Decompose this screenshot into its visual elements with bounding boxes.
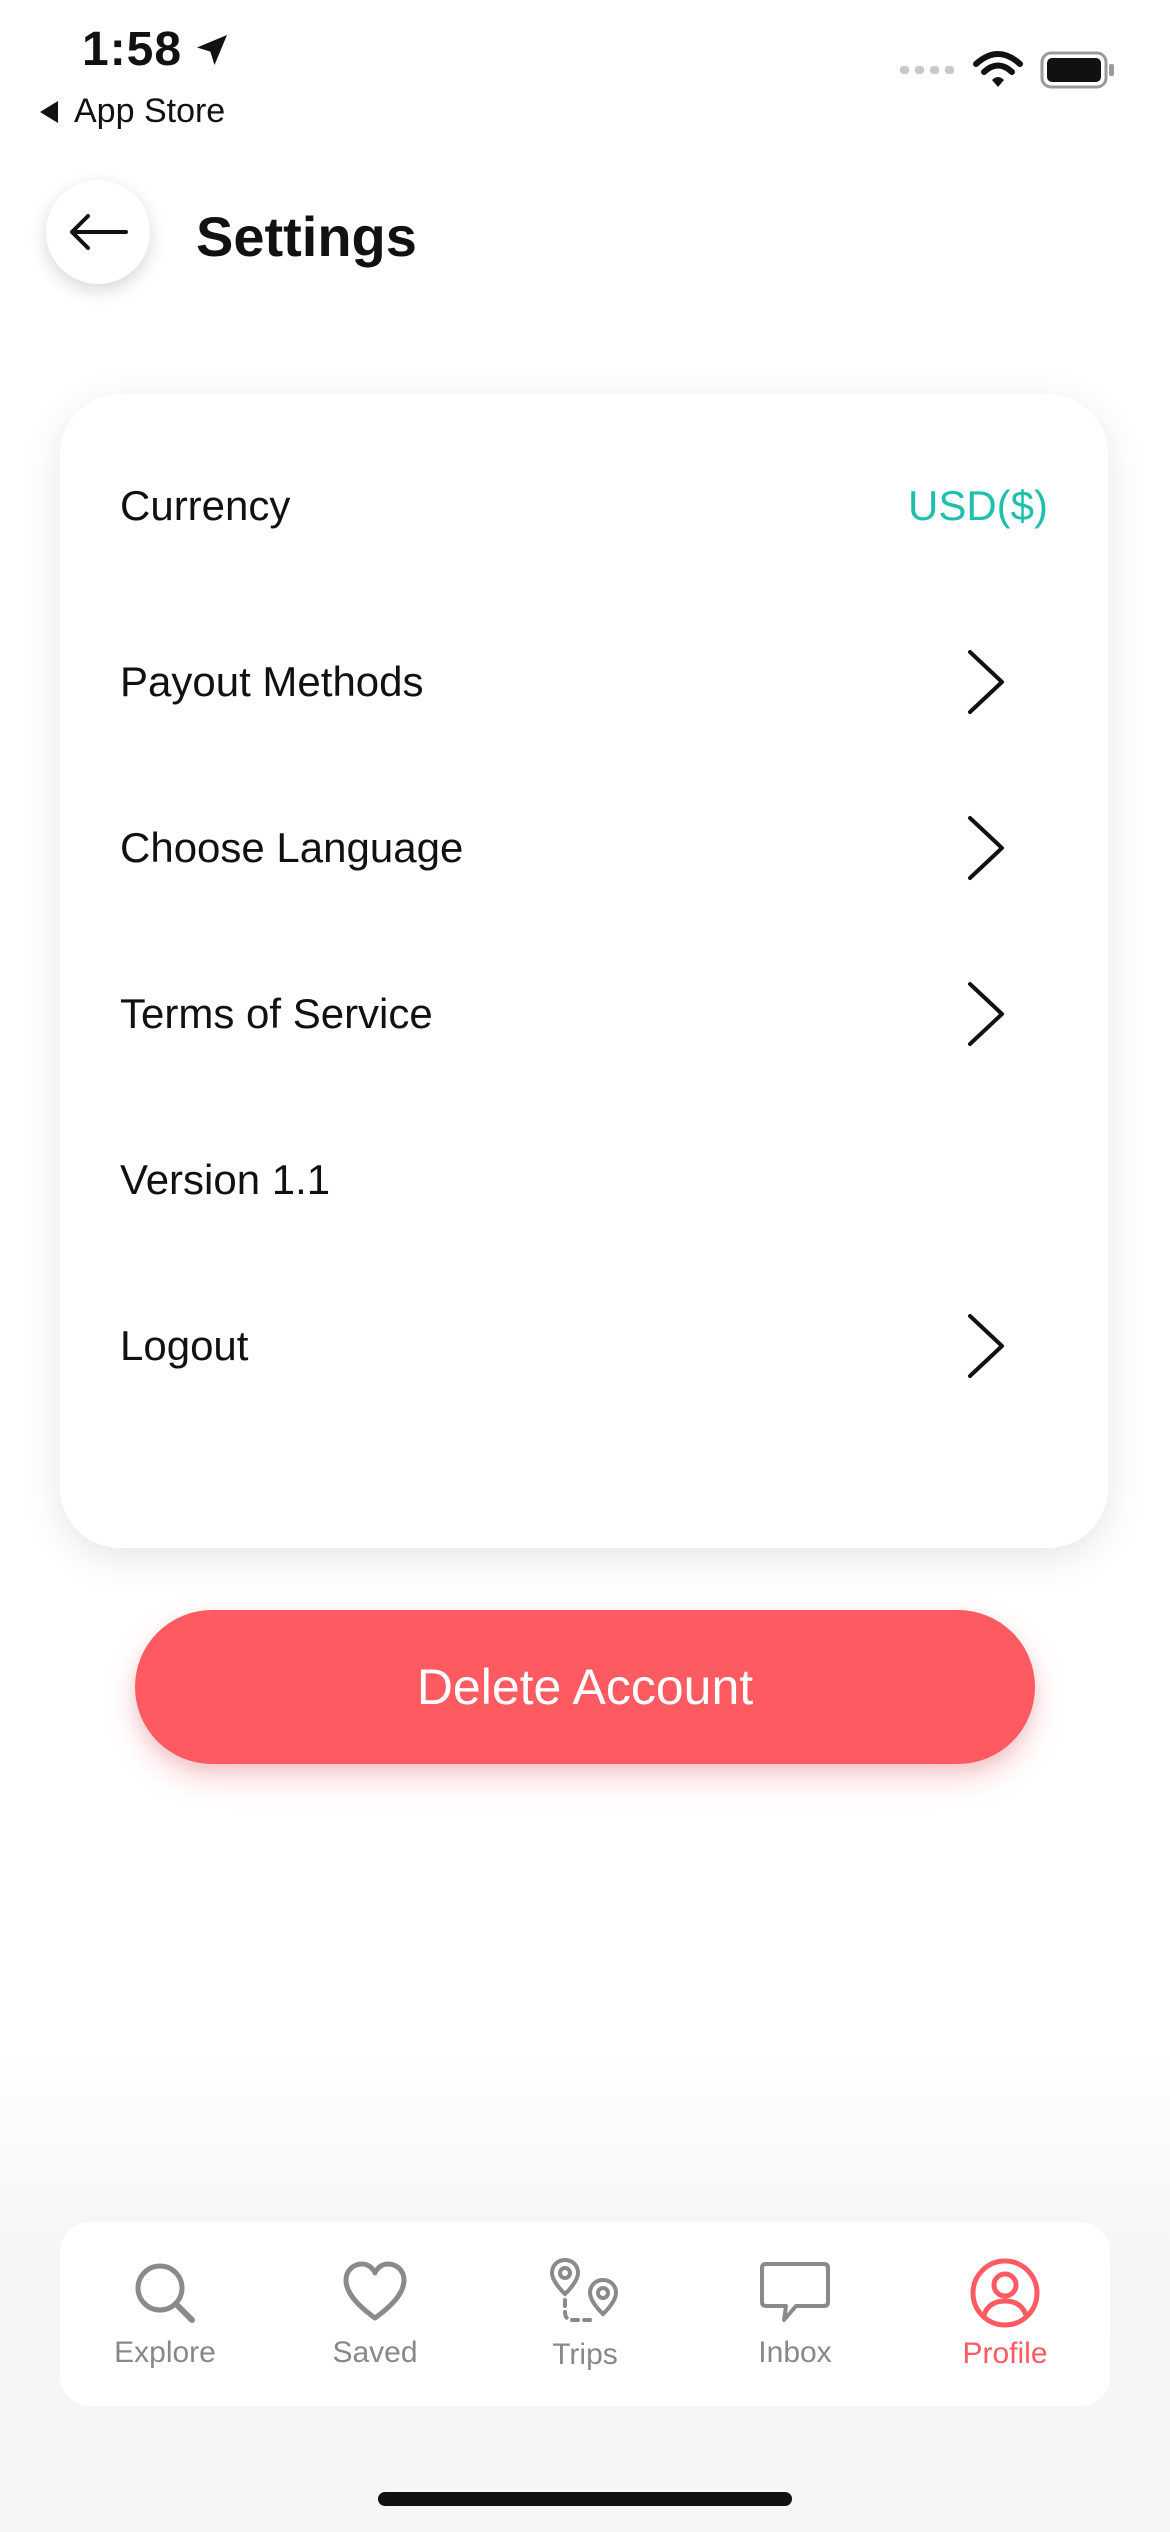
- logout-row[interactable]: Logout: [120, 1296, 1048, 1396]
- chevron-right-icon: [968, 1314, 1004, 1378]
- choose-language-label: Choose Language: [120, 824, 464, 871]
- wifi-icon: [973, 51, 1023, 87]
- tab-saved[interactable]: Saved: [285, 2258, 465, 2370]
- choose-language-row[interactable]: Choose Language: [120, 798, 1048, 898]
- tab-saved-label: Saved: [332, 2336, 418, 2369]
- heart-icon: [343, 2261, 407, 2321]
- profile-icon: [970, 2258, 1040, 2328]
- tab-profile-label: Profile: [962, 2337, 1048, 2370]
- tab-trips-label: Trips: [552, 2338, 618, 2371]
- tab-inbox-label: Inbox: [758, 2336, 832, 2369]
- terms-of-service-label: Terms of Service: [120, 990, 433, 1037]
- tab-profile[interactable]: Profile: [915, 2257, 1095, 2371]
- battery-icon: [1040, 51, 1114, 89]
- tab-explore[interactable]: Explore: [75, 2258, 255, 2370]
- delete-account-button[interactable]: Delete Account: [135, 1610, 1035, 1764]
- version-row: Version 1.1: [120, 1130, 1048, 1230]
- chat-icon: [760, 2262, 830, 2322]
- back-button[interactable]: [46, 180, 150, 284]
- back-to-app-store[interactable]: App Store: [38, 92, 225, 131]
- location-arrow-icon: [197, 34, 228, 65]
- settings-card: Currency USD($) Payout Methods Choose La…: [60, 394, 1108, 1548]
- back-triangle-icon: [40, 100, 58, 123]
- home-indicator[interactable]: [378, 2492, 792, 2506]
- arrow-left-icon: [70, 214, 128, 250]
- settings-screen: 1:58 App Store Settings Currency USD($) …: [0, 0, 1170, 2532]
- chevron-right-icon: [968, 982, 1004, 1046]
- payout-methods-label: Payout Methods: [120, 658, 424, 705]
- currency-label: Currency: [120, 482, 291, 529]
- status-indicators: [900, 50, 1116, 90]
- tab-bar: Explore Saved Trips Inbox Profile: [60, 2222, 1110, 2406]
- logout-label: Logout: [120, 1322, 249, 1369]
- payout-methods-row[interactable]: Payout Methods: [120, 632, 1048, 732]
- tab-trips[interactable]: Trips: [495, 2256, 675, 2372]
- terms-of-service-row[interactable]: Terms of Service: [120, 964, 1048, 1064]
- currency-row[interactable]: Currency USD($): [120, 456, 1048, 556]
- tab-explore-label: Explore: [114, 2336, 216, 2369]
- page-title: Settings: [196, 205, 417, 268]
- trips-icon: [549, 2257, 619, 2322]
- chevron-right-icon: [968, 816, 1004, 880]
- search-icon: [135, 2263, 195, 2323]
- status-time-text: 1:58: [82, 23, 183, 76]
- currency-value: USD($): [907, 482, 1048, 529]
- cellular-signal-icon: [900, 66, 954, 74]
- chevron-right-icon: [968, 650, 1004, 714]
- version-label: Version 1.1: [120, 1156, 331, 1203]
- tab-inbox[interactable]: Inbox: [705, 2258, 885, 2370]
- status-time: 1:58: [82, 22, 232, 77]
- back-app-label: App Store: [74, 92, 226, 130]
